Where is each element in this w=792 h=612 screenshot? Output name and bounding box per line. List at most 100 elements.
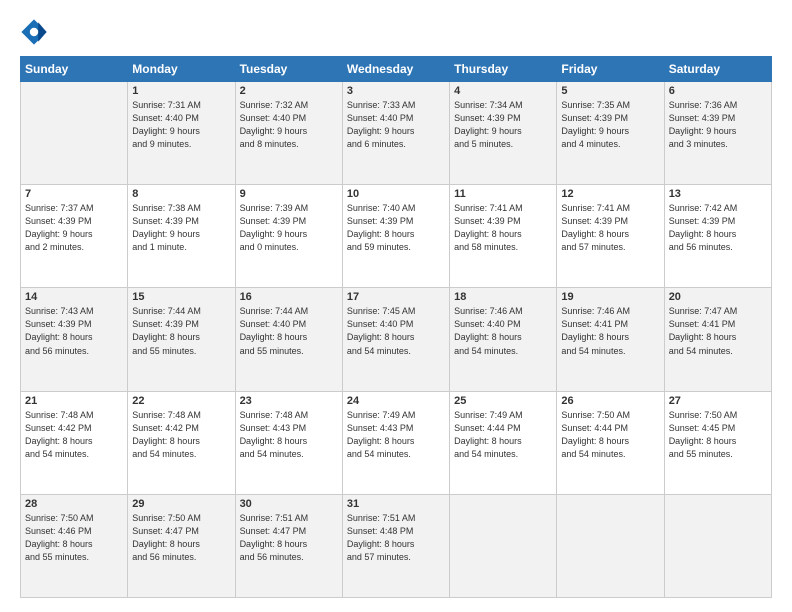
calendar-cell: 3 Sunrise: 7:33 AM Sunset: 4:40 PM Daylig… <box>342 82 449 185</box>
day-info: Sunrise: 7:37 AM Sunset: 4:39 PM Dayligh… <box>25 202 123 254</box>
weekday-header-monday: Monday <box>128 57 235 82</box>
weekday-header-sunday: Sunday <box>21 57 128 82</box>
day-info: Sunrise: 7:45 AM Sunset: 4:40 PM Dayligh… <box>347 305 445 357</box>
calendar-cell: 29Sunrise: 7:50 AM Sunset: 4:47 PM Dayli… <box>128 494 235 597</box>
calendar-cell: 6 Sunrise: 7:36 AM Sunset: 4:39 PM Daylig… <box>664 82 771 185</box>
calendar-cell: 5 Sunrise: 7:35 AM Sunset: 4:39 PM Daylig… <box>557 82 664 185</box>
calendar-cell: 24 Sunrise: 7:49 AM Sunset: 4:43 PM Dayli… <box>342 391 449 494</box>
day-info: Sunrise: 7:49 AM Sunset: 4:44 PM Dayligh… <box>454 409 552 461</box>
day-number: 2 <box>240 85 338 97</box>
day-info: Sunrise: 7:34 AM Sunset: 4:39 PM Dayligh… <box>454 99 552 151</box>
calendar-cell: 16 Sunrise: 7:44 AM Sunset: 4:40 PM Dayli… <box>235 288 342 391</box>
day-number: 23 <box>240 395 338 407</box>
week-row-3: 14 Sunrise: 7:43 AM Sunset: 4:39 PM Dayli… <box>21 288 772 391</box>
day-number: 6 <box>669 85 767 97</box>
day-info: Sunrise: 7:46 AM Sunset: 4:40 PM Dayligh… <box>454 305 552 357</box>
calendar-cell: 13 Sunrise: 7:42 AM Sunset: 4:39 PM Dayli… <box>664 185 771 288</box>
week-row-5: 28Sunrise: 7:50 AM Sunset: 4:46 PM Dayli… <box>21 494 772 597</box>
calendar-cell: 11Sunrise: 7:41 AM Sunset: 4:39 PM Dayli… <box>450 185 557 288</box>
calendar-cell: 10 Sunrise: 7:40 AM Sunset: 4:39 PM Dayli… <box>342 185 449 288</box>
day-info: Sunrise: 7:42 AM Sunset: 4:39 PM Dayligh… <box>669 202 767 254</box>
day-info: Sunrise: 7:38 AM Sunset: 4:39 PM Dayligh… <box>132 202 230 254</box>
weekday-header-thursday: Thursday <box>450 57 557 82</box>
day-info: Sunrise: 7:32 AM Sunset: 4:40 PM Dayligh… <box>240 99 338 151</box>
week-row-1: 1 Sunrise: 7:31 AM Sunset: 4:40 PM Daylig… <box>21 82 772 185</box>
calendar-cell: 12 Sunrise: 7:41 AM Sunset: 4:39 PM Dayli… <box>557 185 664 288</box>
day-info: Sunrise: 7:41 AM Sunset: 4:39 PM Dayligh… <box>561 202 659 254</box>
weekday-header-row: SundayMondayTuesdayWednesdayThursdayFrid… <box>21 57 772 82</box>
day-number: 9 <box>240 188 338 200</box>
day-info: Sunrise: 7:31 AM Sunset: 4:40 PM Dayligh… <box>132 99 230 151</box>
header <box>20 18 772 46</box>
day-info: Sunrise: 7:36 AM Sunset: 4:39 PM Dayligh… <box>669 99 767 151</box>
logo <box>20 18 52 46</box>
day-number: 10 <box>347 188 445 200</box>
day-number: 29 <box>132 498 230 510</box>
day-number: 22 <box>132 395 230 407</box>
day-number: 4 <box>454 85 552 97</box>
calendar-cell: 9 Sunrise: 7:39 AM Sunset: 4:39 PM Daylig… <box>235 185 342 288</box>
logo-icon <box>20 18 48 46</box>
day-info: Sunrise: 7:43 AM Sunset: 4:39 PM Dayligh… <box>25 305 123 357</box>
week-row-2: 7 Sunrise: 7:37 AM Sunset: 4:39 PM Daylig… <box>21 185 772 288</box>
day-number: 7 <box>25 188 123 200</box>
day-info: Sunrise: 7:47 AM Sunset: 4:41 PM Dayligh… <box>669 305 767 357</box>
calendar-cell: 27Sunrise: 7:50 AM Sunset: 4:45 PM Dayli… <box>664 391 771 494</box>
day-info: Sunrise: 7:46 AM Sunset: 4:41 PM Dayligh… <box>561 305 659 357</box>
day-number: 11 <box>454 188 552 200</box>
day-number: 21 <box>25 395 123 407</box>
day-number: 17 <box>347 291 445 303</box>
day-number: 1 <box>132 85 230 97</box>
day-info: Sunrise: 7:50 AM Sunset: 4:45 PM Dayligh… <box>669 409 767 461</box>
calendar-table: SundayMondayTuesdayWednesdayThursdayFrid… <box>20 56 772 598</box>
day-info: Sunrise: 7:40 AM Sunset: 4:39 PM Dayligh… <box>347 202 445 254</box>
weekday-header-tuesday: Tuesday <box>235 57 342 82</box>
calendar-cell: 25 Sunrise: 7:49 AM Sunset: 4:44 PM Dayli… <box>450 391 557 494</box>
day-number: 19 <box>561 291 659 303</box>
day-number: 16 <box>240 291 338 303</box>
calendar-cell: 2 Sunrise: 7:32 AM Sunset: 4:40 PM Daylig… <box>235 82 342 185</box>
day-number: 15 <box>132 291 230 303</box>
weekday-header-saturday: Saturday <box>664 57 771 82</box>
day-info: Sunrise: 7:48 AM Sunset: 4:43 PM Dayligh… <box>240 409 338 461</box>
day-number: 24 <box>347 395 445 407</box>
calendar-cell: 4 Sunrise: 7:34 AM Sunset: 4:39 PM Daylig… <box>450 82 557 185</box>
day-number: 25 <box>454 395 552 407</box>
day-info: Sunrise: 7:51 AM Sunset: 4:47 PM Dayligh… <box>240 512 338 564</box>
calendar-cell <box>450 494 557 597</box>
day-number: 20 <box>669 291 767 303</box>
calendar-cell: 1 Sunrise: 7:31 AM Sunset: 4:40 PM Daylig… <box>128 82 235 185</box>
day-info: Sunrise: 7:44 AM Sunset: 4:40 PM Dayligh… <box>240 305 338 357</box>
calendar-cell: 15 Sunrise: 7:44 AM Sunset: 4:39 PM Dayli… <box>128 288 235 391</box>
day-info: Sunrise: 7:33 AM Sunset: 4:40 PM Dayligh… <box>347 99 445 151</box>
calendar-cell: 30 Sunrise: 7:51 AM Sunset: 4:47 PM Dayli… <box>235 494 342 597</box>
calendar-cell: 21 Sunrise: 7:48 AM Sunset: 4:42 PM Dayli… <box>21 391 128 494</box>
day-number: 5 <box>561 85 659 97</box>
calendar-cell: 28Sunrise: 7:50 AM Sunset: 4:46 PM Dayli… <box>21 494 128 597</box>
day-number: 31 <box>347 498 445 510</box>
calendar-cell: 14 Sunrise: 7:43 AM Sunset: 4:39 PM Dayli… <box>21 288 128 391</box>
day-info: Sunrise: 7:39 AM Sunset: 4:39 PM Dayligh… <box>240 202 338 254</box>
calendar-cell: 20 Sunrise: 7:47 AM Sunset: 4:41 PM Dayli… <box>664 288 771 391</box>
day-info: Sunrise: 7:50 AM Sunset: 4:46 PM Dayligh… <box>25 512 123 564</box>
day-number: 14 <box>25 291 123 303</box>
page: SundayMondayTuesdayWednesdayThursdayFrid… <box>0 0 792 612</box>
day-info: Sunrise: 7:48 AM Sunset: 4:42 PM Dayligh… <box>25 409 123 461</box>
calendar-cell: 19 Sunrise: 7:46 AM Sunset: 4:41 PM Dayli… <box>557 288 664 391</box>
day-number: 26 <box>561 395 659 407</box>
day-info: Sunrise: 7:44 AM Sunset: 4:39 PM Dayligh… <box>132 305 230 357</box>
calendar-cell: 18 Sunrise: 7:46 AM Sunset: 4:40 PM Dayli… <box>450 288 557 391</box>
weekday-header-friday: Friday <box>557 57 664 82</box>
day-info: Sunrise: 7:49 AM Sunset: 4:43 PM Dayligh… <box>347 409 445 461</box>
day-number: 18 <box>454 291 552 303</box>
day-number: 12 <box>561 188 659 200</box>
calendar-cell: 23 Sunrise: 7:48 AM Sunset: 4:43 PM Dayli… <box>235 391 342 494</box>
calendar-cell: 22 Sunrise: 7:48 AM Sunset: 4:42 PM Dayli… <box>128 391 235 494</box>
calendar-cell <box>557 494 664 597</box>
day-number: 30 <box>240 498 338 510</box>
day-number: 13 <box>669 188 767 200</box>
day-number: 3 <box>347 85 445 97</box>
day-info: Sunrise: 7:48 AM Sunset: 4:42 PM Dayligh… <box>132 409 230 461</box>
calendar-cell <box>664 494 771 597</box>
day-info: Sunrise: 7:35 AM Sunset: 4:39 PM Dayligh… <box>561 99 659 151</box>
